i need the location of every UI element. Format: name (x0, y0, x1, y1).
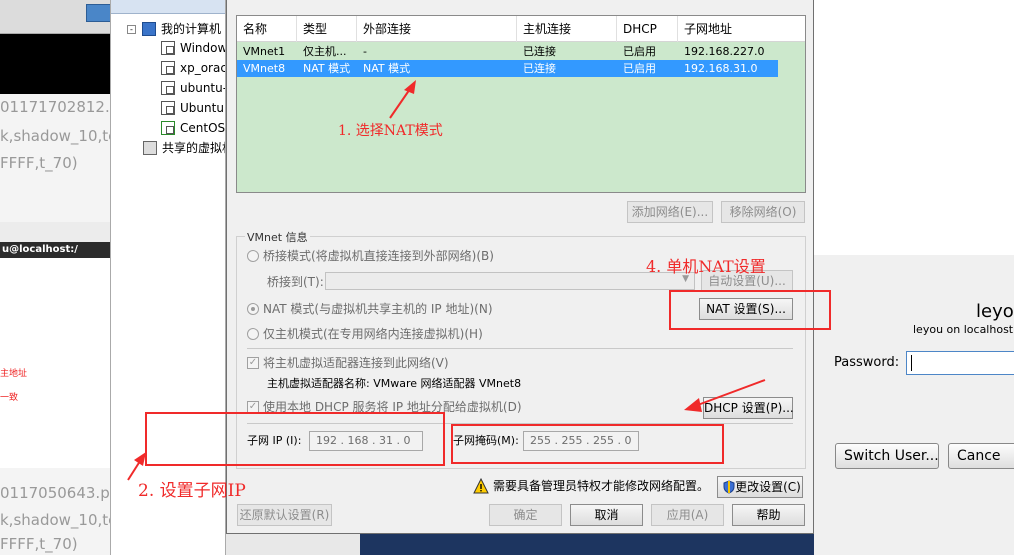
arrow-dhcp (694, 379, 766, 407)
annotation-arrows (127, 80, 766, 481)
arrowhead-step1 (404, 80, 416, 94)
arrowhead-step2 (134, 452, 146, 466)
arrowhead-dhcp (684, 398, 702, 412)
